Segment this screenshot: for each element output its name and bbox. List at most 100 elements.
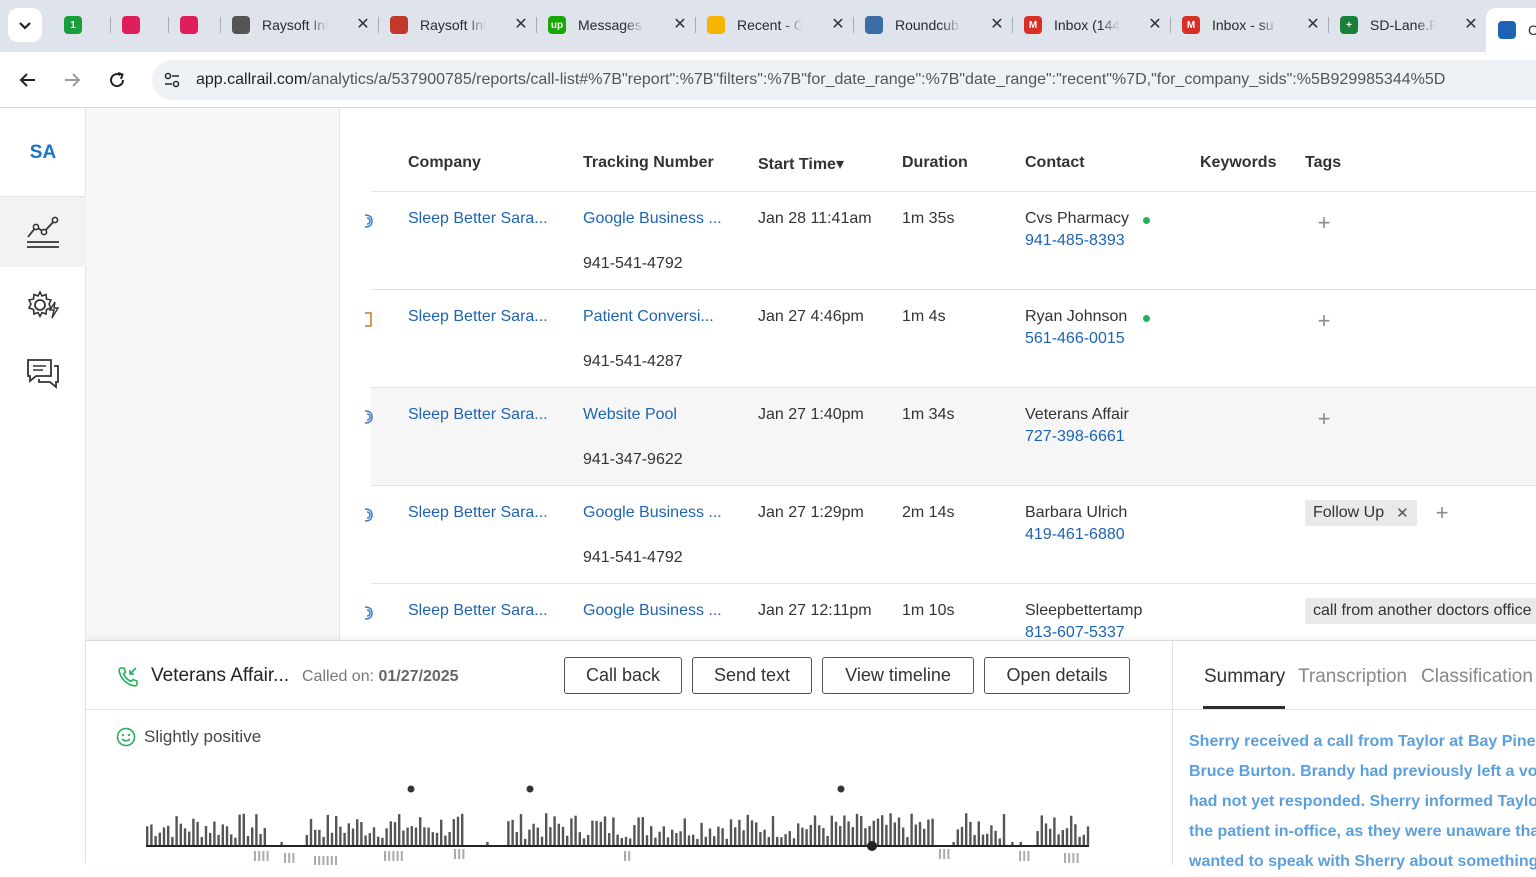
col-duration[interactable]: Duration xyxy=(902,154,968,172)
waveform-bar xyxy=(400,851,403,861)
tab-search-button[interactable] xyxy=(8,8,42,42)
col-tags[interactable]: Tags xyxy=(1305,154,1341,172)
waveform-bar xyxy=(645,835,649,845)
site-info-button[interactable] xyxy=(156,64,188,96)
company-link[interactable]: Sleep Better Sara... xyxy=(408,210,548,228)
waveform-marker[interactable] xyxy=(837,785,845,793)
company-link[interactable]: Sleep Better Sara... xyxy=(408,406,548,424)
browser-tab[interactable]: Roundcub ✕ xyxy=(853,8,1012,42)
col-start-time[interactable]: Start Time▾ xyxy=(758,154,844,174)
col-tracking-number[interactable]: Tracking Number xyxy=(583,154,714,172)
table-row[interactable]: Sleep Better Sara... Google Business ... 9… xyxy=(365,192,1536,290)
tab-classification[interactable]: Classification xyxy=(1421,666,1533,688)
caller-name: Veterans Affair... xyxy=(151,665,290,686)
waveform-bar xyxy=(923,828,926,845)
contact-name: Ryan Johnson xyxy=(1025,308,1128,325)
forward-button[interactable] xyxy=(56,64,88,96)
waveform-bar xyxy=(1074,824,1077,845)
waveform-bar xyxy=(322,836,325,845)
call-back-button[interactable]: Call back xyxy=(564,657,682,694)
reload-button[interactable] xyxy=(101,64,133,96)
tracking-source-link[interactable]: Google Business ... xyxy=(583,602,722,620)
tab-separator xyxy=(1170,17,1171,33)
view-timeline-button[interactable]: View timeline xyxy=(822,657,974,694)
send-text-button[interactable]: Send text xyxy=(692,657,812,694)
col-contact[interactable]: Contact xyxy=(1025,154,1085,172)
col-company[interactable]: Company xyxy=(408,154,481,172)
close-icon[interactable]: ✕ xyxy=(1462,16,1480,34)
waveform-bar xyxy=(427,827,430,845)
company-link[interactable]: Sleep Better Sara... xyxy=(408,504,548,522)
contact-phone[interactable]: 813-607-5337 xyxy=(1025,624,1125,640)
tab-title: Inbox - su xyxy=(1212,17,1274,33)
close-icon[interactable]: ✕ xyxy=(512,16,530,34)
add-tag-icon[interactable]: + xyxy=(1314,308,1334,334)
tracking-source-link[interactable]: Google Business ... xyxy=(583,210,722,228)
contact-phone[interactable]: 419-461-6880 xyxy=(1025,526,1125,544)
waveform-bar xyxy=(238,814,241,845)
waveform-bar xyxy=(385,828,388,845)
nav-analytics[interactable] xyxy=(0,197,86,267)
back-button[interactable] xyxy=(12,64,44,96)
nav-settings[interactable] xyxy=(0,270,86,340)
company-link[interactable]: Sleep Better Sara... xyxy=(408,308,548,326)
close-icon[interactable]: ✕ xyxy=(829,16,847,34)
tracking-source-link[interactable]: Website Pool xyxy=(583,406,677,424)
waveform-bar xyxy=(339,826,342,845)
close-icon[interactable]: ✕ xyxy=(671,16,689,34)
close-icon[interactable]: ✕ xyxy=(1146,16,1164,34)
table-row[interactable]: Sleep Better Sara... Google Business ... 9… xyxy=(365,486,1536,584)
browser-tab[interactable] xyxy=(168,8,220,42)
table-row[interactable]: Sleep Better Sara... Patient Conversi... 9… xyxy=(365,290,1536,388)
browser-tab[interactable]: 1 xyxy=(52,8,110,42)
add-tag-icon[interactable]: + xyxy=(1314,210,1334,236)
browser-tab[interactable]: up Messages ✕ xyxy=(536,8,695,42)
waveform-bar xyxy=(183,828,187,845)
remove-tag-icon[interactable]: ✕ xyxy=(1396,504,1409,522)
table-row[interactable]: Sleep Better Sara... Website Pool 941-347-… xyxy=(365,388,1536,486)
waveform-bar xyxy=(801,827,804,845)
audio-waveform[interactable] xyxy=(144,781,1114,865)
close-icon[interactable]: ✕ xyxy=(988,16,1006,34)
waveform-bar xyxy=(851,827,854,845)
waveform-marker[interactable] xyxy=(407,785,415,793)
col-keywords[interactable]: Keywords xyxy=(1200,154,1276,172)
waveform-marker[interactable] xyxy=(526,785,534,793)
tag-chip[interactable]: Follow Up ✕ xyxy=(1305,500,1417,526)
browser-tab[interactable]: + SD-Lane.R ✕ xyxy=(1328,8,1486,42)
contact-phone[interactable]: 941-485-8393 xyxy=(1025,232,1125,250)
tab-transcription[interactable]: Transcription xyxy=(1298,666,1407,688)
waveform-bar xyxy=(536,827,539,845)
close-icon[interactable]: ✕ xyxy=(1304,16,1322,34)
contact-phone[interactable]: 561-466-0015 xyxy=(1025,330,1125,348)
tracking-source-link[interactable]: Patient Conversi... xyxy=(583,308,714,326)
tab-summary[interactable]: Summary xyxy=(1204,666,1285,688)
browser-tab[interactable]: M Inbox - su ✕ xyxy=(1170,8,1328,42)
waveform-bar xyxy=(549,827,552,845)
account-logo[interactable]: SA xyxy=(0,142,86,164)
address-bar[interactable]: app.callrail.com/analytics/a/537900785/r… xyxy=(152,60,1536,100)
add-tag-icon[interactable]: + xyxy=(1432,500,1452,526)
browser-tab[interactable]: Raysoft Inf ✕ xyxy=(220,8,378,42)
tracking-source-link[interactable]: Google Business ... xyxy=(583,504,722,522)
open-details-button[interactable]: Open details xyxy=(984,657,1130,694)
tab-separator xyxy=(168,17,169,33)
waveform-bar xyxy=(763,829,766,845)
nav-conversations[interactable] xyxy=(0,338,86,408)
waveform-bar xyxy=(1086,826,1090,845)
playhead-handle[interactable] xyxy=(867,841,877,851)
browser-tab[interactable]: Recent - G ✕ xyxy=(695,8,853,42)
add-tag-icon[interactable]: + xyxy=(1314,406,1334,432)
table-row[interactable]: Sleep Better Sara... Google Business ... J… xyxy=(365,584,1536,640)
browser-tab[interactable] xyxy=(110,8,168,42)
tag-chip[interactable]: call from another doctors office xyxy=(1305,598,1536,624)
browser-tab[interactable]: Raysoft Inf ✕ xyxy=(378,8,536,42)
waveform-bar xyxy=(742,830,745,845)
waveform-bar xyxy=(624,851,626,861)
called-on-date: 01/27/2025 xyxy=(378,668,459,685)
close-icon[interactable]: ✕ xyxy=(354,16,372,34)
company-link[interactable]: Sleep Better Sara... xyxy=(408,602,548,620)
browser-tab[interactable]: M Inbox (144 ✕ xyxy=(1012,8,1170,42)
contact-phone[interactable]: 727-398-6661 xyxy=(1025,428,1125,446)
browser-tab[interactable]: C xyxy=(1486,8,1536,52)
